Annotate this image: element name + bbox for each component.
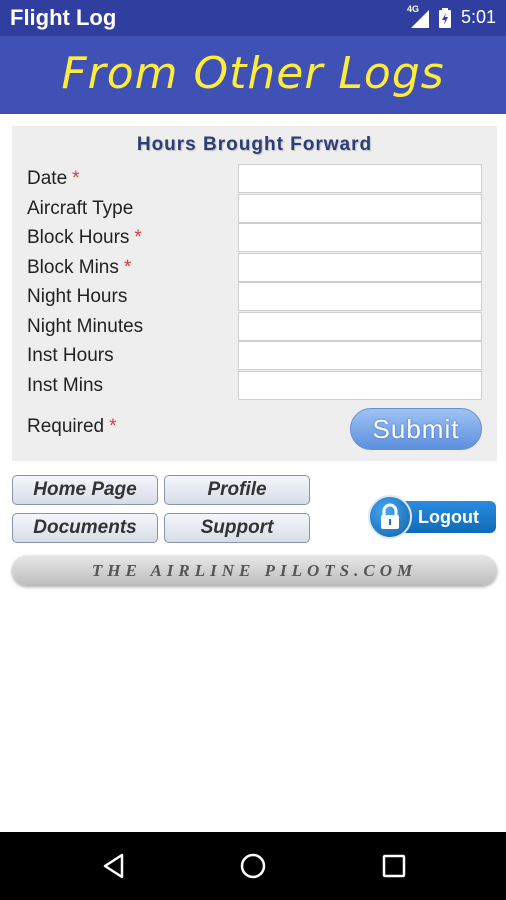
form-heading: Hours Brought Forward	[136, 134, 373, 155]
block-hours-input[interactable]	[238, 223, 482, 252]
status-bar: Flight Log 4G 5:01	[0, 0, 506, 36]
logout-button[interactable]: Logout	[368, 495, 496, 539]
brand-bar: THE AIRLINE PILOTS.COM	[12, 555, 497, 585]
block-mins-row: Block Mins *	[27, 253, 482, 282]
profile-button[interactable]: Profile	[164, 475, 310, 505]
back-icon[interactable]	[100, 852, 128, 880]
inst-mins-row: Inst Mins	[27, 371, 482, 400]
app-title: Flight Log	[10, 5, 117, 30]
hours-form: Hours Brought Forward Date * Aircraft Typ…	[12, 126, 497, 461]
date-label: Date	[27, 168, 68, 189]
aircraft-type-label: Aircraft Type	[27, 198, 134, 219]
brand-text: THE AIRLINE PILOTS.COM	[91, 561, 418, 580]
inst-mins-input[interactable]	[238, 371, 482, 400]
night-minutes-input[interactable]	[238, 312, 482, 341]
lock-icon	[368, 495, 412, 539]
inst-mins-label: Inst Mins	[27, 375, 104, 396]
clock: 5:01	[460, 7, 496, 27]
aircraft-type-row: Aircraft Type	[27, 194, 482, 223]
home-icon[interactable]	[239, 852, 267, 880]
night-minutes-label: Night Minutes	[27, 316, 144, 337]
night-hours-row: Night Hours	[27, 282, 482, 311]
submit-button[interactable]: Submit	[350, 408, 482, 450]
night-hours-label: Night Hours	[27, 286, 128, 307]
required-note-label: Required	[27, 416, 105, 437]
documents-button[interactable]: Documents	[12, 513, 158, 543]
inst-hours-label: Inst Hours	[27, 345, 114, 366]
block-hours-label: Block Hours	[27, 227, 130, 248]
inst-hours-input[interactable]	[238, 341, 482, 370]
system-nav-bar	[0, 832, 506, 900]
date-row: Date *	[27, 164, 482, 193]
home-page-button[interactable]: Home Page	[12, 475, 158, 505]
night-minutes-row: Night Minutes	[27, 312, 482, 341]
date-input[interactable]	[238, 164, 482, 193]
inst-hours-row: Inst Hours	[27, 341, 482, 370]
required-marker: *	[72, 168, 80, 189]
battery-icon	[438, 7, 451, 28]
required-note: Required *	[27, 416, 117, 438]
signal-icon: 4G	[407, 4, 429, 28]
block-mins-label: Block Mins	[27, 257, 119, 278]
required-marker: *	[109, 416, 117, 437]
block-hours-row: Block Hours *	[27, 223, 482, 252]
block-mins-input[interactable]	[238, 253, 482, 282]
logout-label: Logout	[418, 507, 479, 527]
required-marker: *	[123, 257, 132, 278]
network-type: 4G	[406, 3, 419, 14]
recents-icon[interactable]	[380, 852, 408, 880]
page-banner: From Other Logs	[0, 36, 506, 114]
status-indicators: 4G 5:01	[407, 4, 496, 28]
page-title: From Other Logs	[61, 48, 445, 99]
support-button[interactable]: Support	[164, 513, 310, 543]
required-marker: *	[134, 227, 142, 248]
night-hours-input[interactable]	[238, 282, 482, 311]
aircraft-type-input[interactable]	[238, 194, 482, 223]
